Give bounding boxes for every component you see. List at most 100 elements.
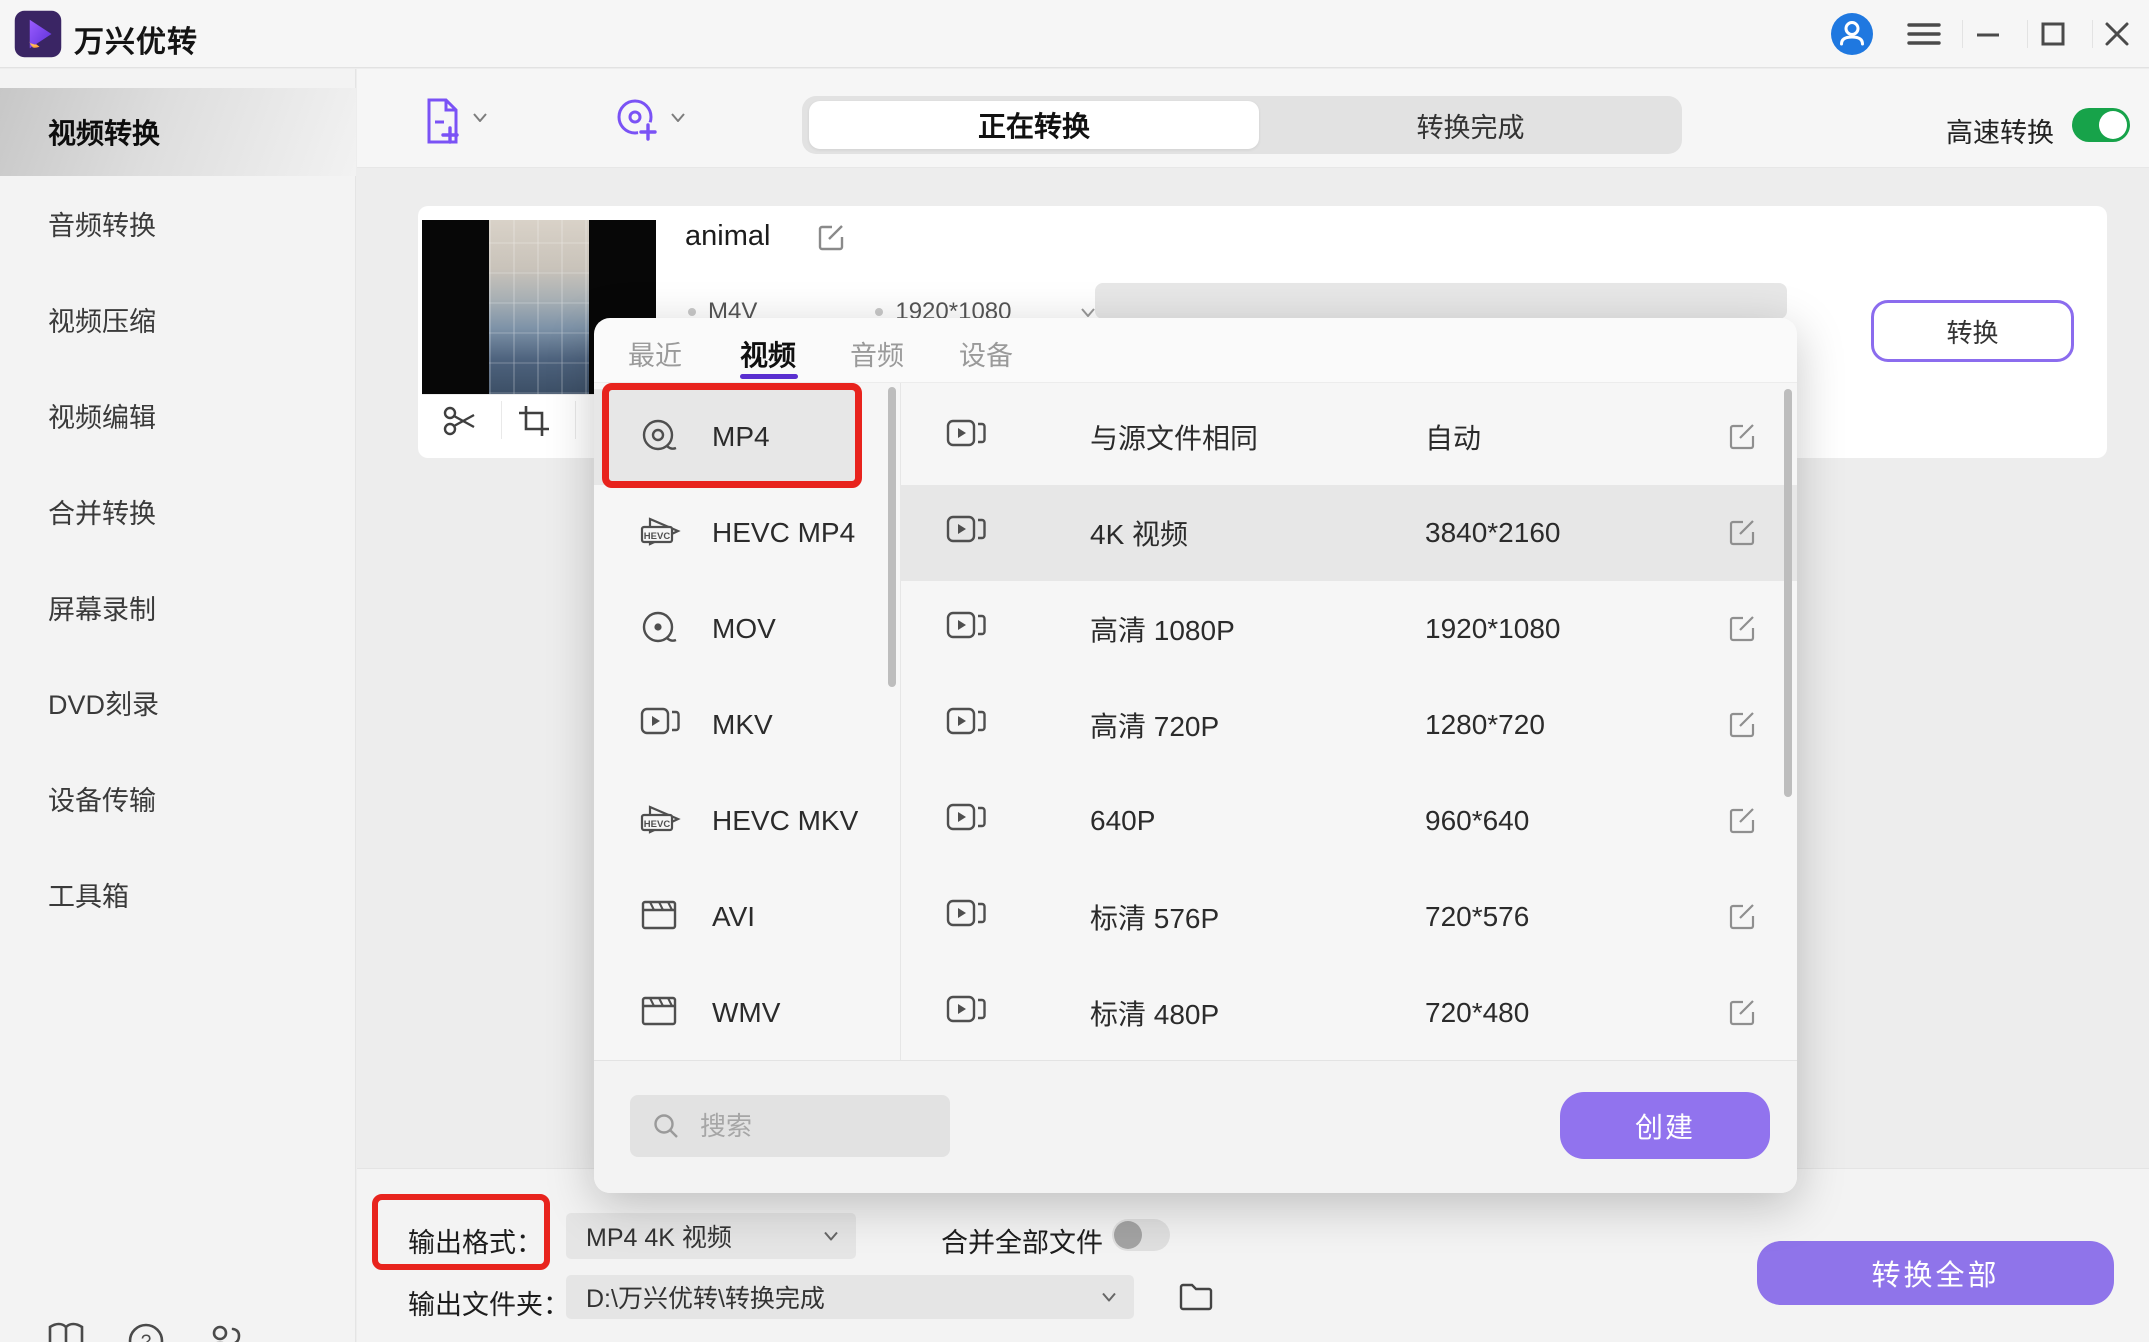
clapperboard-icon (640, 993, 680, 1033)
preset-row-same-as-source[interactable]: 与源文件相同 自动 (900, 389, 1797, 485)
toggle-knob (1114, 1221, 1142, 1249)
format-item-avi[interactable]: AVI (594, 869, 900, 965)
close-button[interactable] (2097, 16, 2137, 52)
output-format-dropdown[interactable]: MP4 4K 视频 (566, 1213, 856, 1259)
sidebar-item-toolbox[interactable]: 工具箱 (0, 850, 356, 938)
add-dvd-icon[interactable] (615, 97, 661, 143)
file-details-chevron[interactable] (1081, 307, 1096, 317)
preset-label: 高清 1080P (1090, 615, 1235, 646)
popup-tab-device[interactable]: 设备 (959, 334, 1013, 373)
preset-row-4k[interactable]: 4K 视频 3840*2160 (900, 485, 1797, 581)
sidebar-item-audio-convert[interactable]: 音频转换 (0, 179, 356, 267)
add-file-icon[interactable] (423, 97, 463, 145)
tab-converting[interactable]: 正在转换 (809, 101, 1259, 149)
sidebar-item-video-edit[interactable]: 视频编辑 (0, 371, 356, 459)
edit-preset-icon[interactable] (1727, 517, 1759, 549)
preset-row-1080p[interactable]: 高清 1080P 1920*1080 (900, 581, 1797, 677)
format-label: WMV (712, 997, 781, 1028)
sidebar-item-merge-convert[interactable]: 合并转换 (0, 467, 356, 555)
output-folder-label: 输出文件夹： (408, 1290, 570, 1320)
crop-icon[interactable] (516, 403, 552, 439)
app-logo-icon (14, 10, 62, 58)
camcorder-icon (946, 513, 990, 553)
create-preset-button[interactable]: 创建 (1560, 1092, 1770, 1159)
preset-label: 4K 视频 (1090, 519, 1189, 550)
format-item-mp4[interactable]: MP4 (594, 389, 858, 485)
trim-icon[interactable] (442, 403, 478, 439)
clapperboard-icon (640, 897, 680, 937)
tab-label: 转换完成 (1416, 112, 1525, 143)
minimize-button[interactable] (1968, 16, 2008, 52)
edit-preset-icon[interactable] (1727, 421, 1759, 453)
browse-folder-icon[interactable] (1178, 1280, 1214, 1314)
account-avatar[interactable] (1830, 12, 1874, 56)
format-search-box[interactable] (630, 1095, 950, 1157)
format-list-scrollbar[interactable] (888, 387, 896, 687)
edit-preset-icon[interactable] (1727, 901, 1759, 933)
merge-all-toggle[interactable] (1112, 1219, 1170, 1251)
chevron-down-icon (1102, 1292, 1116, 1302)
preset-resolution: 自动 (1425, 423, 1482, 454)
popup-tab-video[interactable]: 视频 (740, 334, 796, 374)
format-item-hevc-mkv[interactable]: HEVC HEVC MKV (594, 773, 900, 869)
svg-text:HEVC: HEVC (644, 531, 671, 542)
add-dvd-dropdown-chevron[interactable] (671, 113, 685, 122)
add-file-dropdown-chevron[interactable] (473, 113, 487, 122)
divider (1962, 20, 1963, 48)
convert-button[interactable]: 转换 (1871, 300, 2074, 362)
preset-resolution: 1920*1080 (1425, 613, 1561, 644)
edit-preset-icon[interactable] (1727, 805, 1759, 837)
sidebar-item-label: DVD刻录 (48, 689, 160, 720)
format-item-mov[interactable]: MOV (594, 581, 900, 677)
edit-preset-icon[interactable] (1727, 997, 1759, 1029)
divider (2027, 20, 2028, 48)
convert-all-button[interactable]: 转换全部 (1757, 1241, 2114, 1305)
sidebar-item-screen-record[interactable]: 屏幕录制 (0, 563, 356, 651)
camcorder-icon (946, 897, 990, 937)
tab-finished[interactable]: 转换完成 (1259, 96, 1682, 154)
user-guide-icon[interactable] (46, 1321, 90, 1342)
output-settings-bar: 输出格式： MP4 4K 视频 合并全部文件 输出文件夹： D:\万兴优转\转换… (357, 1168, 2149, 1342)
output-folder-dropdown[interactable]: D:\万兴优转\转换完成 (566, 1275, 1134, 1319)
svg-text:HEVC: HEVC (644, 819, 671, 830)
help-icon[interactable]: ? (126, 1321, 170, 1342)
progress-bar (1095, 283, 1787, 319)
preset-label: 标清 480P (1090, 999, 1220, 1030)
preset-row-720p[interactable]: 高清 720P 1280*720 (900, 677, 1797, 773)
edit-preset-icon[interactable] (1727, 709, 1759, 741)
preset-label: 高清 720P (1090, 711, 1220, 742)
merge-all-label: 合并全部文件 (941, 1228, 1103, 1258)
format-item-mkv[interactable]: MKV (594, 677, 900, 773)
search-input[interactable] (700, 1099, 935, 1153)
popup-tab-audio[interactable]: 音频 (850, 334, 904, 373)
preset-row-640p[interactable]: 640P 960*640 (900, 773, 1797, 869)
sidebar-item-device-transfer[interactable]: 设备传输 (0, 754, 356, 842)
rename-icon[interactable] (816, 222, 846, 252)
preset-list-scrollbar[interactable] (1784, 389, 1792, 797)
sidebar-item-dvd-burn[interactable]: DVD刻录 (0, 658, 356, 746)
camcorder-icon (640, 705, 680, 745)
popup-tab-recent[interactable]: 最近 (628, 334, 682, 373)
svg-text:?: ? (141, 1332, 152, 1342)
edit-preset-icon[interactable] (1727, 613, 1759, 645)
format-label: HEVC MKV (712, 805, 859, 836)
preset-row-480p[interactable]: 标清 480P 720*480 (900, 965, 1797, 1061)
camcorder-icon (946, 801, 990, 841)
sidebar-item-video-compress[interactable]: 视频压缩 (0, 275, 356, 363)
preset-row-576p[interactable]: 标清 576P 720*576 (900, 869, 1797, 965)
menu-icon[interactable] (1904, 16, 1944, 52)
format-item-wmv[interactable]: WMV (594, 965, 900, 1061)
community-icon[interactable] (204, 1321, 248, 1342)
output-format-popup: 最近 视频 音频 设备 MP4 HEVC HEVC MP4 MOV MKV HE… (594, 318, 1797, 1193)
format-label: MKV (712, 709, 773, 740)
fast-convert-toggle[interactable] (2072, 108, 2130, 142)
sidebar-item-video-convert[interactable]: 视频转换 (0, 88, 356, 176)
tab-label: 正在转换 (977, 111, 1090, 142)
sidebar-item-label: 音频转换 (48, 210, 156, 241)
maximize-button[interactable] (2033, 16, 2073, 52)
format-item-hevc-mp4[interactable]: HEVC HEVC MP4 (594, 485, 900, 581)
divider (501, 401, 502, 439)
sidebar-item-label: 视频压缩 (48, 306, 156, 337)
disc-icon (640, 417, 680, 457)
sidebar-item-label: 合并转换 (48, 498, 156, 529)
